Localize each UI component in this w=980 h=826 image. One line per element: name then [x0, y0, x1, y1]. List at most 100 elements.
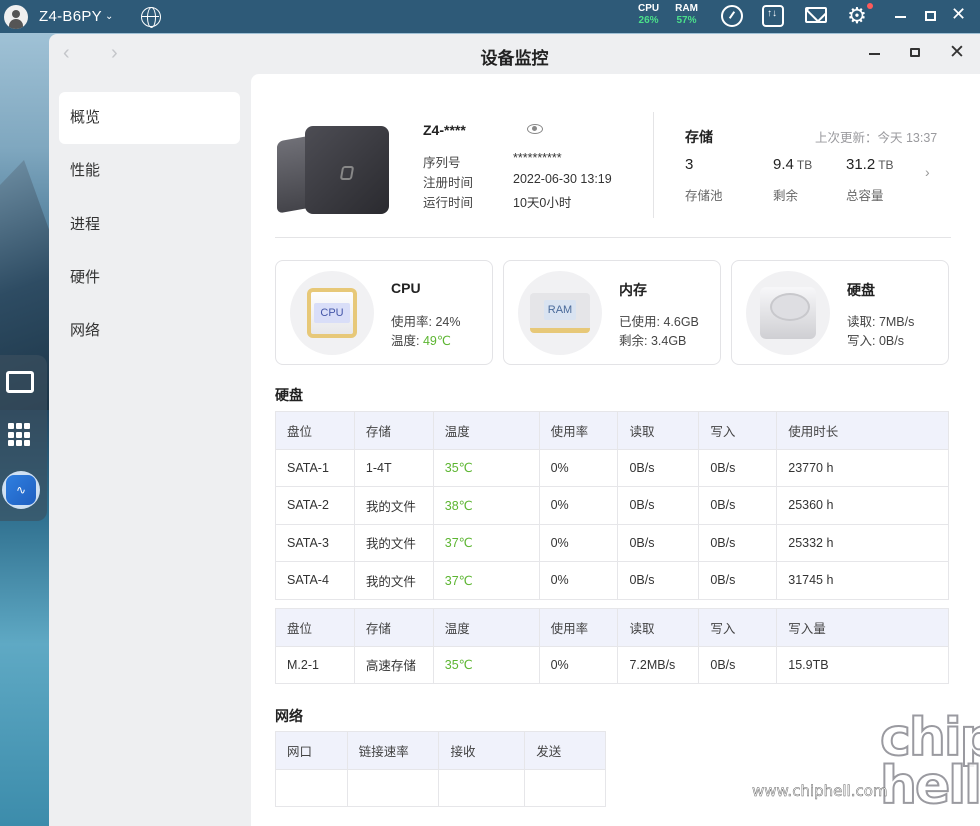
table-cell: 0B/s: [698, 561, 778, 600]
window-close-icon[interactable]: ✕: [949, 41, 965, 64]
table-cell: 0%: [538, 486, 619, 525]
table-cell: 0%: [538, 448, 619, 487]
table-row: SATA-3 我的文件 37℃ 0% 0B/s 0B/s 25332 h: [275, 523, 949, 562]
table-cell: 0B/s: [617, 448, 700, 487]
chevron-right-icon[interactable]: ›: [925, 164, 930, 180]
maximize-icon[interactable]: [925, 11, 936, 21]
chevron-down-icon[interactable]: ⌄: [105, 11, 113, 22]
table-cell: 31745 h: [776, 561, 949, 600]
table-header-row: 盘位 存储 温度 使用率 读取 写入 写入量: [275, 608, 949, 647]
table-cell: 35℃: [432, 448, 540, 487]
cpu-stat-value: 26%: [638, 15, 659, 26]
table-cell: 0B/s: [698, 645, 778, 684]
apps-grid-icon[interactable]: [6, 421, 34, 449]
storage-free-number: 9.4: [773, 156, 794, 173]
monitor-icon[interactable]: [6, 371, 34, 393]
storage-free-unit: TB: [796, 158, 813, 172]
window-minimize-icon[interactable]: [869, 53, 880, 55]
cpu-temp-label: 温度:: [391, 334, 423, 348]
sidebar-item-network[interactable]: 网络: [59, 305, 240, 357]
sata-disks-table: 盘位 存储 温度 使用率 读取 写入 使用时长 SATA-1 1-4T 35℃ 0% 0B/s 0B/s…: [275, 411, 949, 600]
column-header: 盘位: [275, 411, 355, 450]
resource-stats[interactable]: CPU 26% RAM 57%: [638, 3, 698, 27]
column-header: 网口: [275, 731, 348, 770]
window-maximize-icon[interactable]: [910, 48, 920, 57]
column-header: 写入: [698, 411, 778, 450]
column-header: 存储: [353, 608, 434, 647]
disk-card[interactable]: 硬盘 读取: 7MB/s 写入: 0B/s: [731, 260, 949, 365]
cpu-temp-value: 49℃: [422, 334, 451, 348]
table-cell: 0%: [538, 561, 619, 600]
table-row: SATA-2 我的文件 38℃ 0% 0B/s 0B/s 25360 h: [275, 486, 949, 525]
user-avatar-icon[interactable]: [4, 4, 28, 29]
gauge-icon[interactable]: [721, 5, 743, 27]
memory-free: 剩余: 3.4GB: [619, 334, 687, 348]
table-cell: 我的文件: [353, 561, 434, 600]
table-header-row: 网口 链接速率 接收 发送: [275, 731, 606, 770]
mail-icon[interactable]: [805, 7, 827, 23]
disks-section-title: 硬盘: [275, 387, 303, 403]
table-cell: 我的文件: [353, 486, 434, 525]
column-header: 发送: [524, 731, 606, 770]
device-monitor-app-icon[interactable]: ∿: [2, 471, 40, 509]
column-header: 使用时长: [776, 411, 949, 450]
watermark-url: www.chiphell.com: [752, 782, 888, 801]
table-row: SATA-1 1-4T 35℃ 0% 0B/s 0B/s 23770 h: [275, 448, 949, 487]
sidebar-item-hardware[interactable]: 硬件: [59, 252, 240, 304]
notification-dot: [867, 3, 873, 9]
table-cell: M.2-1: [275, 645, 355, 684]
cpu-chip-icon: CPU: [290, 271, 374, 355]
sidebar-item-performance[interactable]: 性能: [59, 145, 240, 197]
storage-free-value: 9.4 TB: [773, 156, 812, 173]
device-model-name: Z4-****: [423, 122, 466, 138]
cpu-usage: 使用率: 24%: [391, 315, 461, 329]
column-header: 温度: [432, 411, 540, 450]
device-name-menu[interactable]: Z4-B6PY: [39, 8, 102, 25]
table-cell: 37℃: [432, 561, 540, 600]
column-header: 写入: [698, 608, 778, 647]
sidebar-item-processes[interactable]: 进程: [59, 199, 240, 251]
register-time-value: 2022-06-30 13:19: [513, 172, 612, 186]
serial-value: **********: [513, 151, 562, 165]
column-header: 存储: [353, 411, 434, 450]
hard-drive-icon: [746, 271, 830, 355]
storage-pools-label: 存储池: [685, 189, 723, 203]
ram-module-icon: RAM: [518, 271, 602, 355]
sidebar-item-overview[interactable]: 概览: [59, 92, 240, 144]
uptime-label: 运行时间: [423, 196, 474, 210]
table-cell: SATA-1: [275, 448, 355, 487]
column-header: 读取: [617, 608, 700, 647]
column-header: 温度: [432, 608, 540, 647]
table-cell: 0B/s: [617, 561, 700, 600]
storage-title: 存储: [685, 129, 713, 145]
cpu-card[interactable]: CPU CPU 使用率: 24% 温度: 49℃: [275, 260, 493, 365]
register-time-label: 注册时间: [423, 176, 474, 190]
table-cell: SATA-2: [275, 486, 355, 525]
window-titlebar: ‹ › 设备监控 ✕: [49, 34, 980, 74]
transfer-icon[interactable]: [762, 5, 784, 27]
serial-label: 序列号: [423, 156, 461, 170]
cpu-chip-label: CPU: [314, 303, 350, 323]
eye-icon[interactable]: [527, 124, 543, 134]
storage-total-value: 31.2 TB: [846, 156, 894, 173]
table-cell: 1-4T: [353, 448, 434, 487]
globe-icon[interactable]: [141, 6, 162, 28]
table-cell: 15.9TB: [776, 645, 949, 684]
table-cell: 35℃: [432, 645, 540, 684]
table-cell: 7.2MB/s: [617, 645, 700, 684]
system-topbar: Z4-B6PY ⌄: [0, 0, 980, 33]
table-cell: 高速存储: [353, 645, 434, 684]
table-row: SATA-4 我的文件 37℃ 0% 0B/s 0B/s 31745 h: [275, 561, 949, 600]
disk-read: 读取: 7MB/s: [847, 315, 915, 329]
ram-module-label: RAM: [544, 300, 576, 320]
disk-card-title: 硬盘: [847, 282, 875, 298]
cpu-stat: CPU 26%: [638, 3, 659, 27]
gear-icon[interactable]: ⚙: [846, 5, 868, 27]
column-header: 盘位: [275, 608, 355, 647]
memory-card[interactable]: RAM 内存 已使用: 4.6GB 剩余: 3.4GB: [503, 260, 721, 365]
network-table: 网口 链接速率 接收 发送: [275, 731, 606, 807]
minimize-icon[interactable]: [895, 16, 906, 18]
chiphell-logo: chip hell: [879, 708, 980, 816]
storage-pools-number: 3: [685, 156, 694, 173]
close-icon[interactable]: ✕: [951, 4, 966, 25]
